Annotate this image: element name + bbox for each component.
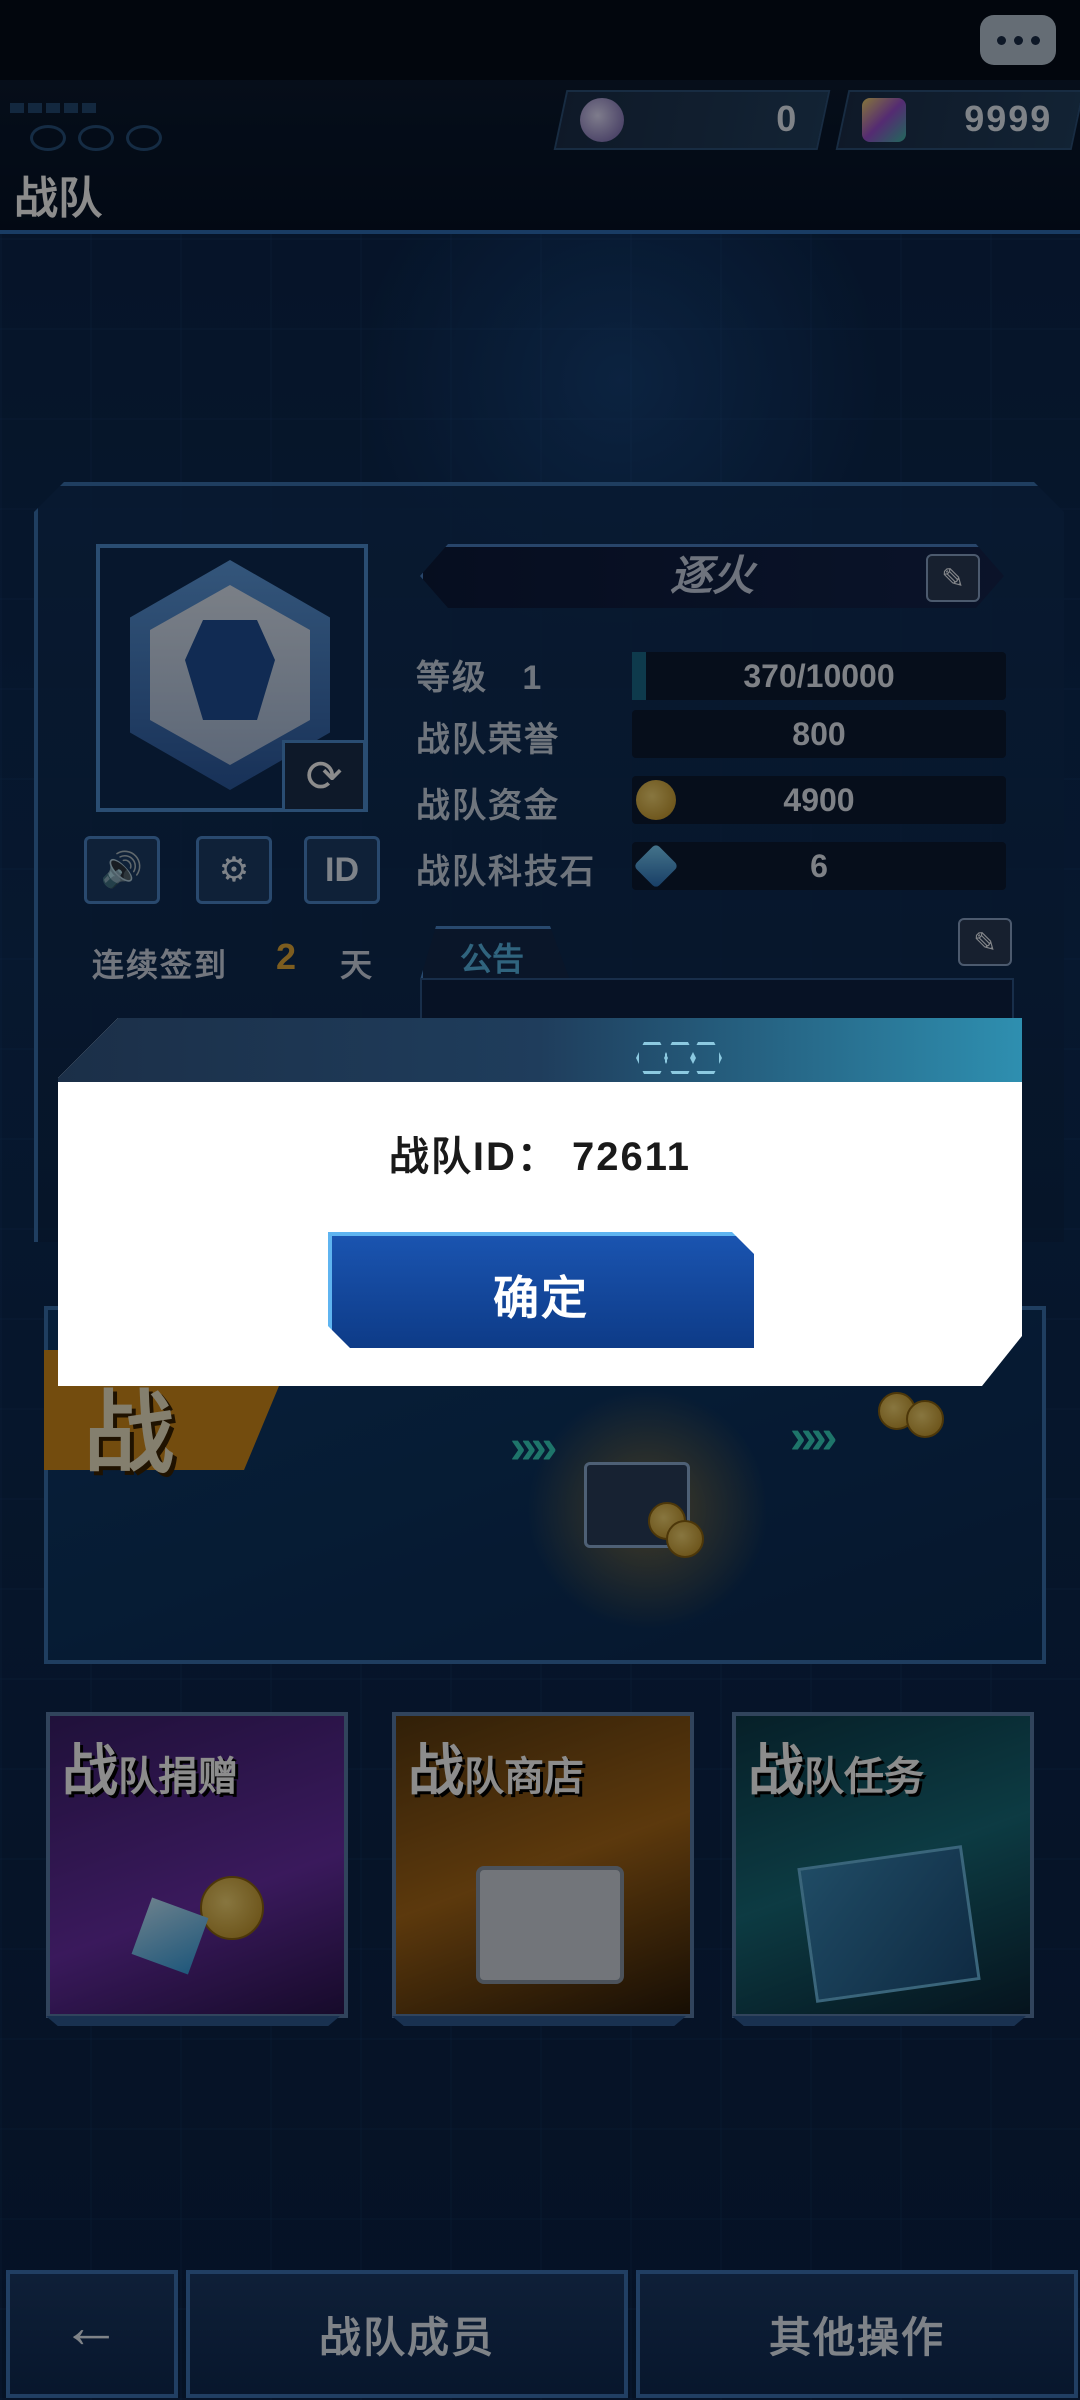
dialog-header	[58, 1018, 1022, 1082]
confirm-button-label[interactable]: 确定	[328, 1262, 754, 1328]
team-id-text: 战队ID： 72611	[388, 1135, 692, 1179]
